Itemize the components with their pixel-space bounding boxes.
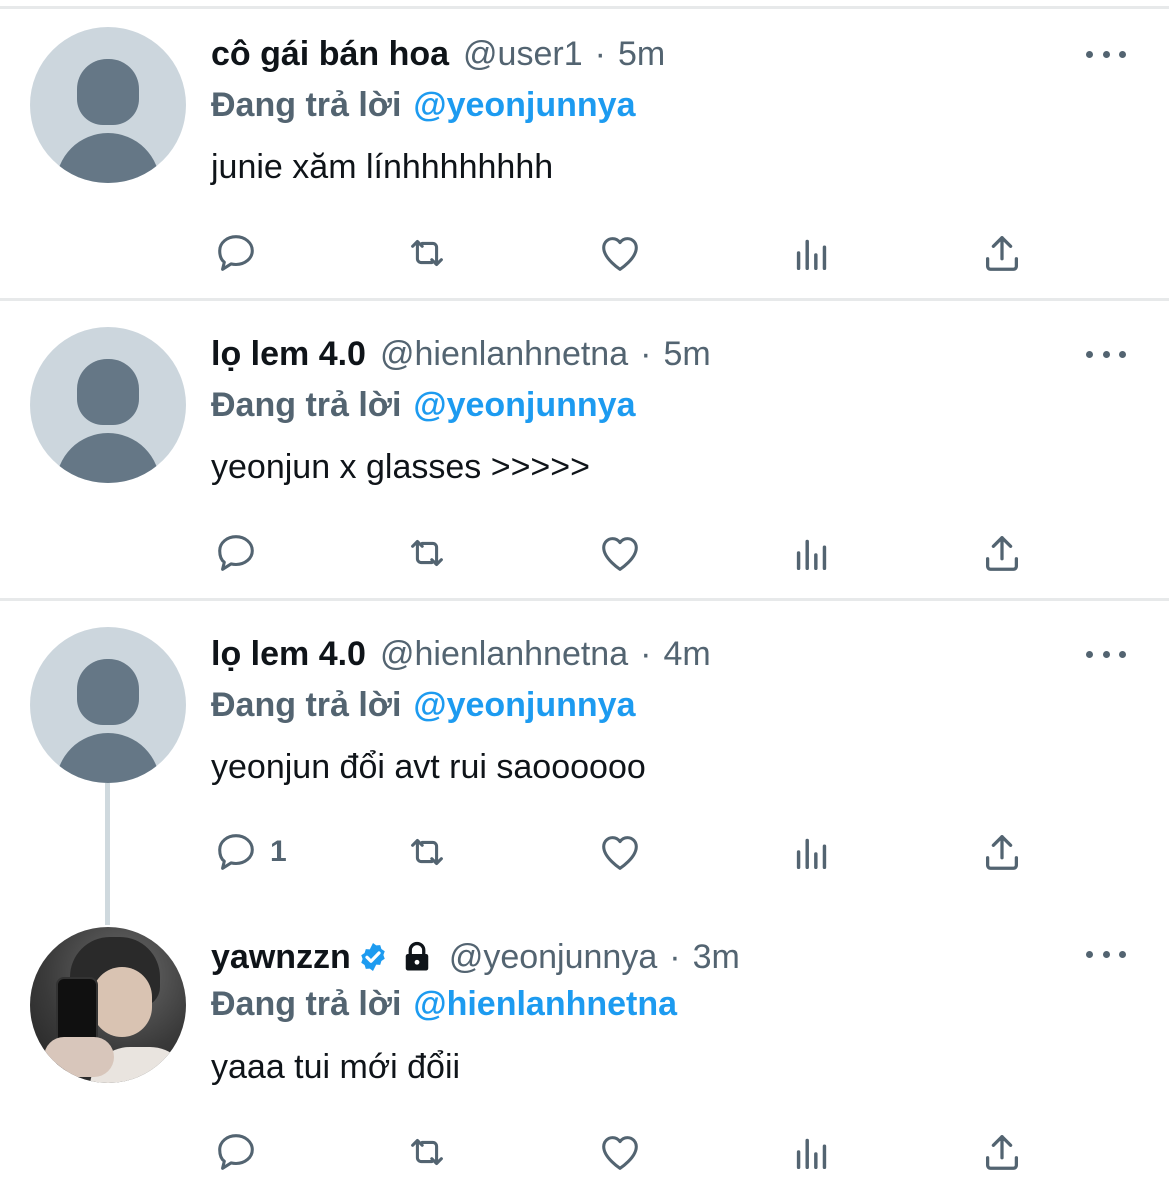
- default-avatar-body: [56, 133, 160, 183]
- replying-to: Đang trả lời @hienlanhnetna: [211, 982, 677, 1026]
- photo-hand: [44, 1037, 114, 1077]
- like-icon[interactable]: [597, 1128, 645, 1176]
- more-icon[interactable]: [1086, 44, 1126, 64]
- verified-badge-icon[interactable]: [357, 941, 389, 973]
- analytics-icon[interactable]: [789, 1128, 837, 1176]
- timestamp[interactable]: 5m: [618, 35, 665, 74]
- tweet-header: cô gái bán hoa @user1 · 5m: [211, 32, 665, 76]
- photo-face: [92, 967, 152, 1037]
- avatar[interactable]: [30, 927, 186, 1083]
- share-icon[interactable]: [979, 828, 1027, 876]
- mention-link[interactable]: @yeonjunnya: [413, 686, 635, 725]
- retweet-icon[interactable]: [404, 229, 452, 277]
- timestamp[interactable]: 3m: [693, 938, 740, 977]
- timestamp[interactable]: 5m: [663, 335, 710, 374]
- default-avatar-body: [56, 433, 160, 483]
- share-icon[interactable]: [979, 529, 1027, 577]
- like-icon[interactable]: [597, 828, 645, 876]
- reply-icon[interactable]: [213, 1128, 261, 1176]
- analytics-icon[interactable]: [789, 529, 837, 577]
- handle[interactable]: @hienlanhnetna: [380, 335, 628, 374]
- display-name[interactable]: cô gái bán hoa: [211, 35, 449, 74]
- tweet-header: lọ lem 4.0 @hienlanhnetna · 4m: [211, 632, 711, 676]
- lock-icon: [405, 941, 429, 971]
- share-icon[interactable]: [979, 229, 1027, 277]
- tweet-text: junie xăm línhhhhhhhh: [211, 147, 554, 186]
- tweet-text: yeonjun x glasses >>>>>: [211, 447, 590, 486]
- replying-label: Đang trả lời: [211, 85, 402, 124]
- share-icon[interactable]: [979, 1128, 1027, 1176]
- tweet-text: yaaa tui mới đổii: [211, 1047, 461, 1086]
- separator-dot: ·: [669, 937, 681, 976]
- separator-dot: ·: [640, 334, 652, 373]
- avatar[interactable]: [30, 27, 186, 183]
- reply-icon[interactable]: [213, 828, 261, 876]
- more-icon[interactable]: [1086, 344, 1126, 364]
- retweet-icon[interactable]: [404, 828, 452, 876]
- retweet-icon[interactable]: [404, 1128, 452, 1176]
- default-avatar-head: [77, 359, 139, 425]
- mention-link[interactable]: @yeonjunnya: [413, 386, 635, 425]
- avatar[interactable]: [30, 627, 186, 783]
- like-icon[interactable]: [597, 529, 645, 577]
- tweet-header: yawnzzn @yeonjunnya · 3m: [211, 935, 740, 979]
- more-icon[interactable]: [1086, 944, 1126, 964]
- avatar[interactable]: [30, 327, 186, 483]
- default-avatar-head: [77, 659, 139, 725]
- analytics-icon[interactable]: [789, 828, 837, 876]
- reply-icon[interactable]: [213, 529, 261, 577]
- replying-label: Đang trả lời: [211, 385, 402, 424]
- like-icon[interactable]: [597, 229, 645, 277]
- reply-icon[interactable]: [213, 229, 261, 277]
- mention-link[interactable]: @hienlanhnetna: [413, 985, 677, 1024]
- display-name[interactable]: yawnzzn: [211, 938, 351, 977]
- separator-dot: ·: [594, 34, 606, 73]
- timestamp[interactable]: 4m: [663, 635, 710, 674]
- handle[interactable]: @yeonjunnya: [449, 938, 657, 977]
- display-name[interactable]: lọ lem 4.0: [211, 635, 366, 674]
- display-name[interactable]: lọ lem 4.0: [211, 335, 366, 374]
- reply-count: 1: [270, 835, 287, 868]
- retweet-icon[interactable]: [404, 529, 452, 577]
- default-avatar-head: [77, 59, 139, 125]
- default-avatar-body: [56, 733, 160, 783]
- mention-link[interactable]: @yeonjunnya: [413, 86, 635, 125]
- handle[interactable]: @user1: [463, 35, 583, 74]
- handle[interactable]: @hienlanhnetna: [380, 635, 628, 674]
- more-icon[interactable]: [1086, 644, 1126, 664]
- replying-label: Đang trả lời: [211, 984, 402, 1023]
- separator-dot: ·: [640, 634, 652, 673]
- analytics-icon[interactable]: [789, 229, 837, 277]
- replying-to: Đang trả lời @yeonjunnya: [211, 83, 636, 127]
- replying-to: Đang trả lời @yeonjunnya: [211, 383, 636, 427]
- tweet-text: yeonjun đổi avt rui saoooooo: [211, 747, 646, 786]
- replying-to: Đang trả lời @yeonjunnya: [211, 683, 636, 727]
- tweet-header: lọ lem 4.0 @hienlanhnetna · 5m: [211, 332, 711, 376]
- replying-label: Đang trả lời: [211, 685, 402, 724]
